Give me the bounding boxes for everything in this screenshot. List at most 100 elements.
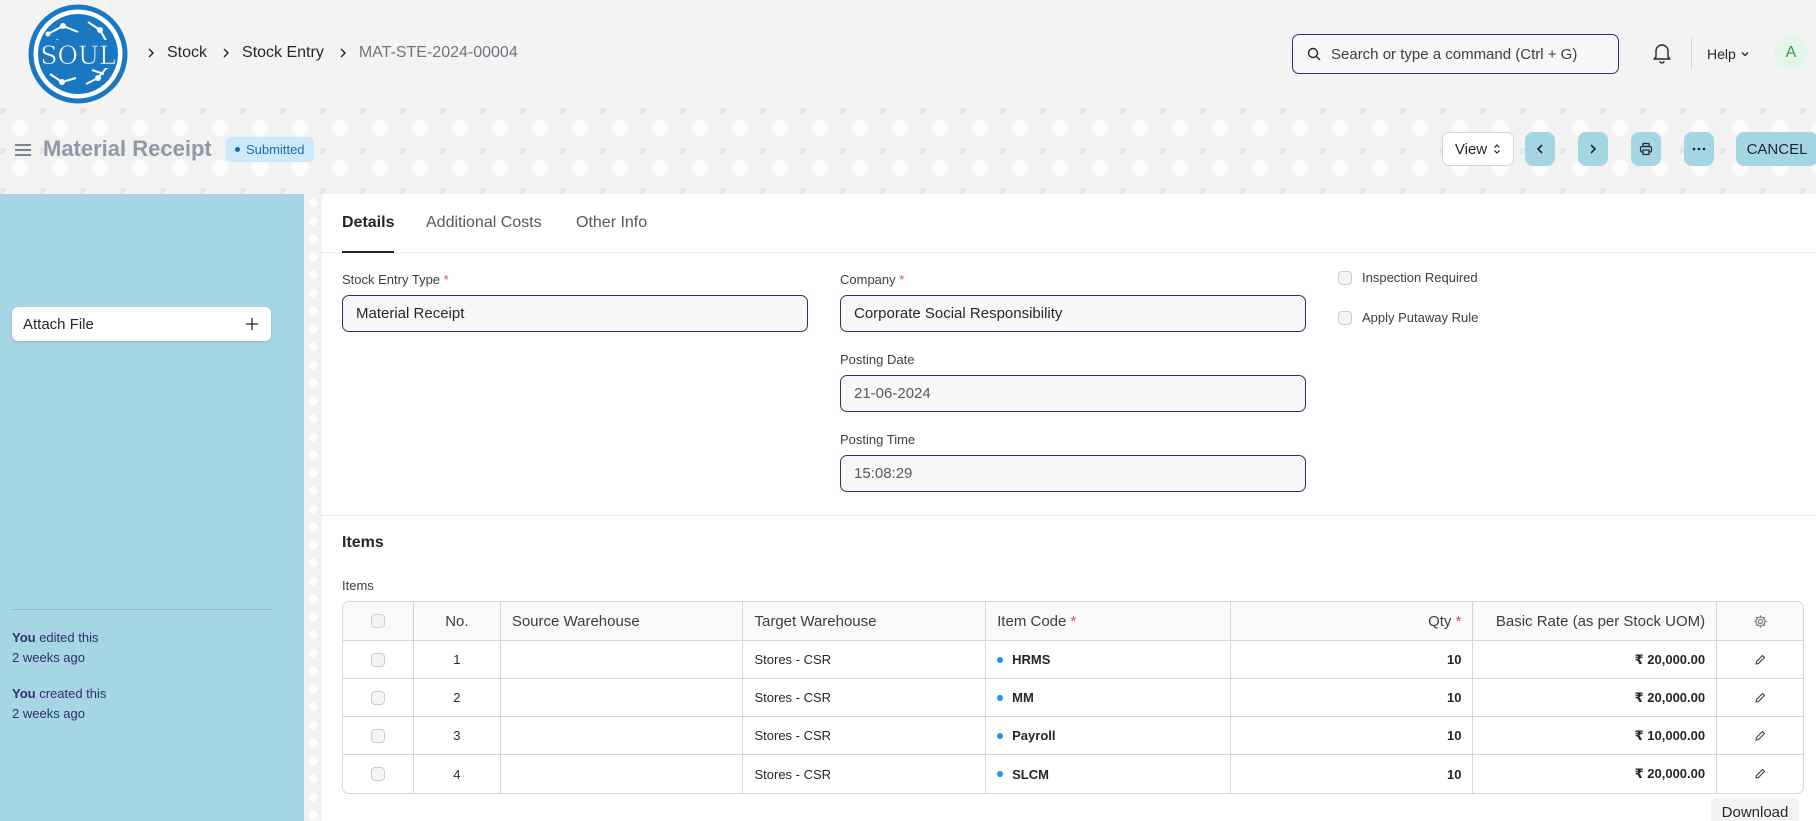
row-checkbox[interactable] xyxy=(370,728,385,743)
row-checkbox[interactable] xyxy=(370,652,385,667)
cell-basic-rate[interactable]: ₹ 20,000.00 xyxy=(1473,641,1718,678)
breadcrumb-stock[interactable]: Stock xyxy=(167,44,207,62)
chevron-right-icon xyxy=(223,48,230,58)
tab-details[interactable]: Details xyxy=(342,214,394,232)
checkbox[interactable] xyxy=(1338,310,1352,325)
cell-source-warehouse[interactable] xyxy=(501,679,744,716)
avatar[interactable]: A xyxy=(1774,36,1808,70)
posting-date-field[interactable]: 21-06-2024 xyxy=(840,375,1306,412)
cell-qty[interactable]: 10 xyxy=(1231,717,1474,754)
section-divider xyxy=(322,515,1816,516)
edit-cell xyxy=(1717,641,1803,678)
cell-target-warehouse[interactable]: Stores - CSR xyxy=(743,679,987,716)
sidebar-divider xyxy=(12,609,271,610)
cell-target-warehouse[interactable]: Stores - CSR xyxy=(743,641,987,678)
header-no: No. xyxy=(414,602,501,640)
chevron-left-icon xyxy=(1536,144,1543,154)
table-header-row: No. Source Warehouse Target Warehouse It… xyxy=(343,602,1803,641)
header-basic-rate: Basic Rate (as per Stock UOM) xyxy=(1473,602,1718,640)
header-source-warehouse: Source Warehouse xyxy=(501,602,744,640)
hamburger-menu-icon[interactable] xyxy=(14,142,32,158)
company-field[interactable]: Corporate Social Responsibility xyxy=(840,295,1306,332)
table-row[interactable]: 1 Stores - CSR HRMS 10 ₹ 20,000.00 xyxy=(343,641,1803,679)
column-settings-cell xyxy=(1717,602,1803,640)
cell-qty[interactable]: 10 xyxy=(1231,755,1474,793)
search-input[interactable] xyxy=(1331,45,1601,63)
posting-date-label: Posting Date xyxy=(840,352,915,367)
apply-putaway-rule-checkbox[interactable]: Apply Putaway Rule xyxy=(1338,310,1478,325)
cancel-button[interactable]: CANCEL xyxy=(1736,132,1816,166)
next-document-button[interactable] xyxy=(1578,132,1608,166)
row-select-cell xyxy=(343,641,414,678)
cell-no: 2 xyxy=(414,679,501,716)
cell-item-code[interactable]: Payroll xyxy=(986,717,1231,754)
stock-entry-type-field[interactable]: Material Receipt xyxy=(342,295,808,332)
cell-qty[interactable]: 10 xyxy=(1231,679,1474,716)
cell-basic-rate[interactable]: ₹ 20,000.00 xyxy=(1473,755,1718,793)
cell-item-code[interactable]: SLCM xyxy=(986,755,1231,793)
cell-item-code[interactable]: HRMS xyxy=(986,641,1231,678)
cell-basic-rate[interactable]: ₹ 20,000.00 xyxy=(1473,679,1718,716)
form-main: Details Additional Costs Other Info Stoc… xyxy=(322,194,1816,821)
cell-target-warehouse[interactable]: Stores - CSR xyxy=(743,717,987,754)
table-row[interactable]: 3 Stores - CSR Payroll 10 ₹ 10,000.00 xyxy=(343,717,1803,755)
help-dropdown[interactable]: Help xyxy=(1707,46,1750,62)
table-row[interactable]: 4 Stores - CSR SLCM 10 ₹ 20,000.00 xyxy=(343,755,1803,793)
edit-pencil-icon[interactable] xyxy=(1754,692,1766,704)
status-badge: Submitted xyxy=(226,137,314,162)
download-button[interactable]: Download xyxy=(1711,798,1799,821)
edit-cell xyxy=(1717,679,1803,716)
items-table-label: Items xyxy=(342,578,374,593)
navbar-divider xyxy=(1691,38,1692,70)
tab-additional-costs[interactable]: Additional Costs xyxy=(426,214,542,232)
cell-target-warehouse[interactable]: Stores - CSR xyxy=(743,755,987,793)
header-target-warehouse: Target Warehouse xyxy=(743,602,987,640)
cell-no: 4 xyxy=(414,755,501,793)
printer-icon xyxy=(1639,142,1653,156)
select-all-checkbox[interactable] xyxy=(370,614,385,628)
edit-pencil-icon[interactable] xyxy=(1754,654,1766,666)
row-checkbox[interactable] xyxy=(370,690,385,705)
print-button[interactable] xyxy=(1631,132,1661,166)
soul-logo[interactable]: SOUL xyxy=(28,4,128,104)
sort-updown-icon xyxy=(1494,144,1501,154)
posting-time-field[interactable]: 15:08:29 xyxy=(840,455,1306,492)
more-actions-button[interactable] xyxy=(1684,132,1714,166)
breadcrumb-current-document[interactable]: MAT-STE-2024-00004 xyxy=(359,44,518,62)
row-checkbox[interactable] xyxy=(370,767,385,781)
item-indicator-dot xyxy=(997,694,1004,701)
cell-source-warehouse[interactable] xyxy=(501,755,744,793)
edit-pencil-icon[interactable] xyxy=(1754,768,1766,780)
apply-putaway-rule-label: Apply Putaway Rule xyxy=(1362,310,1479,325)
activity-actor[interactable]: You xyxy=(12,630,36,645)
items-table: No. Source Warehouse Target Warehouse It… xyxy=(342,601,1804,794)
activity-actor[interactable]: You xyxy=(12,686,36,701)
attach-file-label: Attach File xyxy=(23,315,94,333)
activity-action: created this xyxy=(35,686,107,701)
breadcrumb-stock-entry[interactable]: Stock Entry xyxy=(242,44,324,62)
header-qty: Qty * xyxy=(1231,602,1474,640)
gear-icon[interactable] xyxy=(1753,614,1768,629)
help-label: Help xyxy=(1707,46,1736,62)
chevron-right-icon xyxy=(340,48,346,58)
plus-icon xyxy=(246,318,258,330)
inspection-required-checkbox[interactable]: Inspection Required xyxy=(1338,270,1478,285)
cell-qty[interactable]: 10 xyxy=(1231,641,1474,678)
cell-source-warehouse[interactable] xyxy=(501,641,744,678)
cell-basic-rate[interactable]: ₹ 10,000.00 xyxy=(1473,717,1718,754)
chevron-right-icon xyxy=(148,48,154,58)
attach-file-button[interactable]: Attach File xyxy=(12,307,271,341)
previous-document-button[interactable] xyxy=(1525,132,1555,166)
search-icon xyxy=(1307,47,1321,61)
bell-icon[interactable] xyxy=(1652,42,1672,64)
cell-item-code[interactable]: MM xyxy=(986,679,1231,716)
search-bar[interactable] xyxy=(1292,34,1619,74)
item-indicator-dot xyxy=(997,771,1004,777)
edit-pencil-icon[interactable] xyxy=(1754,730,1766,742)
table-row[interactable]: 2 Stores - CSR MM 10 ₹ 20,000.00 xyxy=(343,679,1803,717)
checkbox[interactable] xyxy=(1338,270,1352,285)
cell-no: 3 xyxy=(414,717,501,754)
tab-other-info[interactable]: Other Info xyxy=(576,214,647,232)
cell-source-warehouse[interactable] xyxy=(501,717,744,754)
view-dropdown-button[interactable]: View xyxy=(1442,132,1514,166)
